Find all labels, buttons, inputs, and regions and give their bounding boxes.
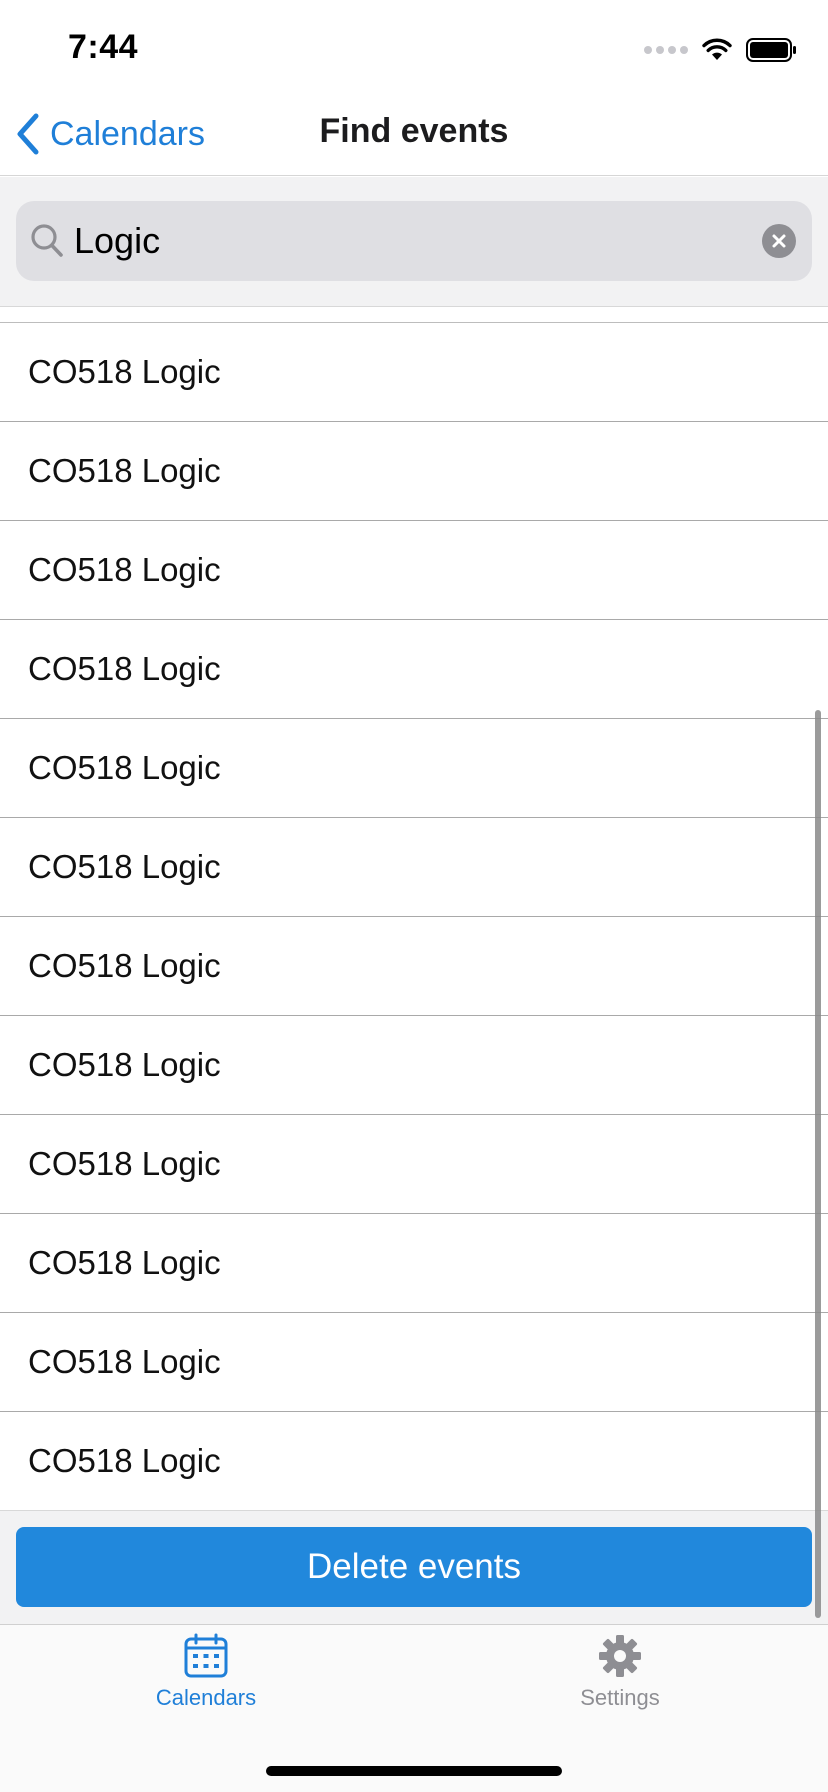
wifi-icon xyxy=(702,38,732,60)
delete-events-button[interactable]: Delete events xyxy=(16,1527,812,1607)
tab-settings-label: Settings xyxy=(580,1685,660,1710)
event-row[interactable]: CO518 Logic xyxy=(0,1115,828,1214)
event-row[interactable]: CO518 Logic xyxy=(0,1016,828,1115)
event-row[interactable]: CO518 Logic xyxy=(0,422,828,521)
search-input[interactable] xyxy=(74,201,754,281)
navigation-bar: Calendars Find events xyxy=(0,100,828,176)
event-row[interactable]: CO518 Logic xyxy=(0,1313,828,1412)
search-area xyxy=(0,177,828,307)
event-row[interactable]: CO518 Logic xyxy=(0,818,828,917)
event-title: CO518 Logic xyxy=(28,1046,221,1083)
find-events-screen: 7:44 Calendars Find events Logic CO518 L… xyxy=(0,0,828,1792)
event-title: CO518 Logic xyxy=(28,1442,221,1479)
status-icons xyxy=(644,36,798,64)
event-row[interactable]: CO518 Logic xyxy=(0,620,828,719)
status-time: 7:44 xyxy=(68,28,139,66)
action-area: Delete events xyxy=(0,1510,828,1624)
event-row[interactable]: CO518 Logic xyxy=(0,521,828,620)
event-title: CO518 Logic xyxy=(28,353,221,390)
clear-search-icon[interactable] xyxy=(762,224,796,258)
tab-calendars-label: Calendars xyxy=(155,1685,257,1710)
scrollbar[interactable] xyxy=(815,710,821,1618)
event-title: CO518 Logic xyxy=(28,1343,221,1380)
event-title: CO518 Logic xyxy=(28,749,221,786)
search-box[interactable] xyxy=(16,201,812,281)
event-title: CO518 Logic xyxy=(28,1145,221,1182)
event-row[interactable]: CO518 Logic xyxy=(0,1214,828,1313)
tab-calendars[interactable]: Calendars xyxy=(106,1633,306,1733)
event-title: CO518 Logic xyxy=(28,947,221,984)
gear-icon xyxy=(599,1635,641,1677)
event-row[interactable]: CO518 Logic xyxy=(0,1412,828,1510)
event-title: CO518 Logic xyxy=(28,452,221,489)
home-indicator[interactable] xyxy=(266,1766,562,1776)
event-title: CO518 Logic xyxy=(28,551,221,588)
calendar-icon xyxy=(184,1633,228,1678)
tab-settings[interactable]: Settings xyxy=(520,1633,720,1733)
event-title: CO518 Logic xyxy=(28,650,221,687)
battery-icon xyxy=(746,38,796,62)
event-title: CO518 Logic xyxy=(28,1244,221,1281)
event-title: CO518 Logic xyxy=(28,848,221,885)
status-bar: 7:44 xyxy=(0,0,828,100)
event-row[interactable]: CO518 Logic xyxy=(0,323,828,422)
signal-icon xyxy=(644,46,688,54)
event-list[interactable]: CO518 Logic CO518 Logic CO518 Logic CO51… xyxy=(0,322,828,1510)
event-row[interactable]: CO518 Logic xyxy=(0,719,828,818)
event-row[interactable]: CO518 Logic xyxy=(0,917,828,1016)
page-title: Find events xyxy=(319,112,509,150)
search-icon xyxy=(31,224,63,257)
